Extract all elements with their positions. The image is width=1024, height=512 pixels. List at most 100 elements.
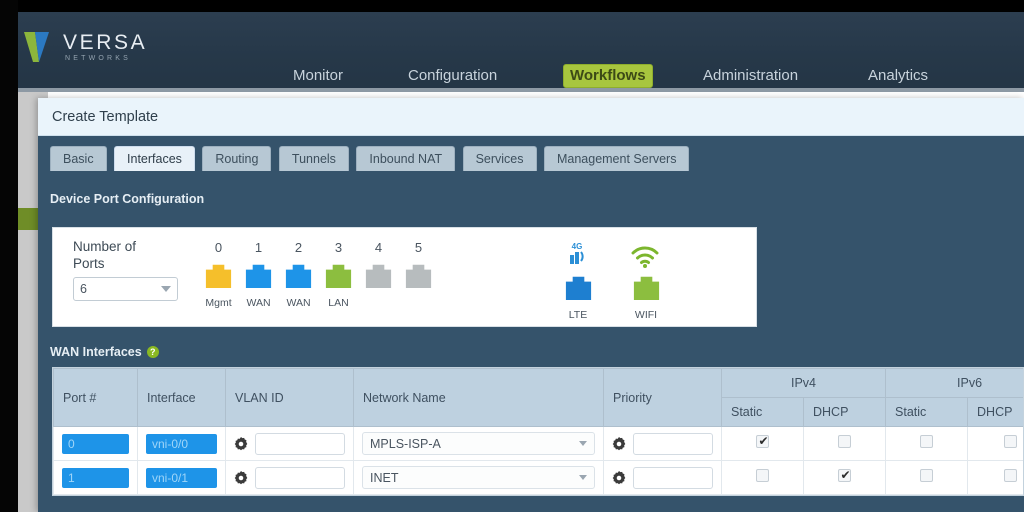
row-0-vlan-id-input[interactable] <box>255 432 345 455</box>
cell-ipv4-dhcp <box>802 426 887 461</box>
row-1-priority-input[interactable] <box>633 466 713 489</box>
row-1-vlan-id-input[interactable] <box>255 466 345 489</box>
modal-title: Create Template <box>52 108 159 125</box>
port-4-name <box>362 297 395 310</box>
cell-port-number: 0 <box>53 426 138 461</box>
wifi-signal <box>623 240 669 270</box>
brand-name: VERSA <box>63 31 148 54</box>
number-of-ports-label-line1: Number of <box>73 239 137 254</box>
rj45-port-icon <box>365 264 392 289</box>
tab-basic[interactable]: Basic <box>50 146 107 171</box>
col-interface[interactable]: Interface <box>137 368 226 427</box>
cell-port-number: 1 <box>53 460 138 495</box>
cell-network-name: INET <box>353 460 604 495</box>
gear-icon[interactable] <box>612 436 626 451</box>
gear-icon[interactable] <box>234 470 248 485</box>
cell-vlan-id <box>225 460 354 495</box>
wan-interfaces-title: WAN Interfaces <box>50 345 159 359</box>
row-1-ipv6-dhcp-checkbox[interactable] <box>1004 468 1018 482</box>
number-of-ports-select[interactable]: 6 <box>73 277 178 301</box>
port-0[interactable]: 0 Mgmt <box>202 240 235 310</box>
port-3-number: 3 <box>334 240 343 255</box>
cell-ipv4-static <box>721 460 804 495</box>
lte-port[interactable]: 4G LTE <box>555 240 601 321</box>
nav-item-configuration[interactable]: Configuration <box>401 64 504 88</box>
port-1[interactable]: 1 WAN <box>242 240 275 310</box>
cell-ipv6-dhcp <box>967 426 1023 461</box>
svg-text:4G: 4G <box>572 242 583 251</box>
tab-management-servers[interactable]: Management Servers <box>543 146 690 171</box>
row-1-ipv4-static-checkbox[interactable] <box>756 468 769 482</box>
col-ipv4-static[interactable]: Static <box>721 397 804 427</box>
brand-tagline: NETWORKS <box>65 55 132 62</box>
tab-interfaces[interactable]: Interfaces <box>114 146 195 171</box>
row-1-port-value[interactable]: 1 <box>62 467 129 488</box>
modal-tabs: Basic Interfaces Routing Tunnels Inbound… <box>38 146 1024 178</box>
lte-label: LTE <box>568 309 588 321</box>
col-ipv4-dhcp[interactable]: DHCP <box>802 397 887 427</box>
col-group-ipv4: IPv4 <box>720 368 887 398</box>
col-group-ipv6: IPv6 <box>885 368 1023 398</box>
wireless-ports-row: 4G LTE WIFI <box>555 240 669 321</box>
col-ipv6-dhcp[interactable]: DHCP <box>967 397 1023 427</box>
nav-item-administration[interactable]: Administration <box>696 64 805 88</box>
row-0-network-name-select[interactable]: MPLS-ISP-A <box>362 432 595 455</box>
row-0-interface-value[interactable]: vni-0/0 <box>146 433 217 454</box>
port-2[interactable]: 2 WAN <box>282 240 315 310</box>
gear-icon[interactable] <box>234 436 248 451</box>
row-1-network-name-select[interactable]: INET <box>362 466 595 489</box>
col-port-number[interactable]: Port # <box>53 368 138 427</box>
port-1-number: 1 <box>254 240 263 255</box>
row-0-ipv6-dhcp-checkbox[interactable] <box>1004 434 1018 448</box>
nav-item-monitor[interactable]: Monitor <box>286 64 350 88</box>
app-screenshot: VERSA NETWORKS Monitor Configuration Wor… <box>0 0 1024 512</box>
table-header-group-row: Port # Interface VLAN ID Network Name Pr… <box>53 368 1023 427</box>
port-4[interactable]: 4 <box>362 240 395 310</box>
row-1-interface-value[interactable]: vni-0/1 <box>146 467 217 488</box>
lte-signal: 4G <box>555 240 601 270</box>
col-network-name[interactable]: Network Name <box>353 368 604 427</box>
rj45-port-icon <box>325 264 352 289</box>
row-1-network-name-value: INET <box>370 470 399 485</box>
cell-ipv4-static <box>721 426 804 461</box>
col-ipv6-static[interactable]: Static <box>885 397 969 427</box>
device-port-configuration-panel: Number of Ports 6 0 Mgmt 1 WAN 2 WAN 3 L… <box>52 227 757 327</box>
row-0-priority-input[interactable] <box>633 432 713 455</box>
row-1-ipv6-static-checkbox[interactable] <box>920 468 934 482</box>
wifi-port[interactable]: WIFI <box>623 240 669 321</box>
table-row: 1 vni-0/1 INET ✔ <box>53 460 1023 495</box>
row-0-port-value[interactable]: 0 <box>62 433 129 454</box>
rj45-port-icon <box>205 264 232 289</box>
cell-interface: vni-0/1 <box>137 460 226 495</box>
nav-item-analytics[interactable]: Analytics <box>861 64 935 88</box>
cell-priority <box>603 460 722 495</box>
tab-tunnels[interactable]: Tunnels <box>278 146 349 171</box>
tab-inbound-nat[interactable]: Inbound NAT <box>356 146 456 171</box>
row-0-ipv4-static-checkbox[interactable] <box>756 434 770 449</box>
row-0-ipv4-dhcp-checkbox[interactable] <box>838 434 851 448</box>
chevron-down-icon <box>161 286 171 292</box>
app-header: VERSA NETWORKS Monitor Configuration Wor… <box>18 12 1024 92</box>
help-question-icon[interactable] <box>146 346 159 358</box>
gear-icon[interactable] <box>612 470 626 485</box>
port-1-name: WAN <box>246 297 271 309</box>
rj45-port-icon <box>565 276 591 301</box>
cell-vlan-id <box>225 426 354 461</box>
brand-logo[interactable]: VERSA NETWORKS <box>24 30 147 64</box>
wifi-signal-icon <box>631 246 659 268</box>
row-0-ipv6-static-checkbox[interactable] <box>920 434 934 448</box>
versa-checkmark-logo-icon <box>24 32 49 62</box>
port-icons-row: 0 Mgmt 1 WAN 2 WAN 3 LAN 4 5 <box>202 240 435 310</box>
wan-interfaces-table-wrapper: Port # Interface VLAN ID Network Name Pr… <box>52 367 1024 496</box>
port-5[interactable]: 5 <box>402 240 435 310</box>
col-priority[interactable]: Priority <box>603 368 722 427</box>
port-3[interactable]: 3 LAN <box>322 240 355 310</box>
cell-ipv6-static <box>885 426 969 461</box>
row-1-ipv4-dhcp-checkbox[interactable] <box>838 468 852 483</box>
chevron-down-icon <box>579 441 587 446</box>
col-vlan-id[interactable]: VLAN ID <box>225 368 354 427</box>
rj45-port-icon <box>245 264 272 289</box>
tab-routing[interactable]: Routing <box>202 146 272 171</box>
tab-services[interactable]: Services <box>462 146 537 171</box>
nav-item-workflows[interactable]: Workflows <box>563 64 653 88</box>
